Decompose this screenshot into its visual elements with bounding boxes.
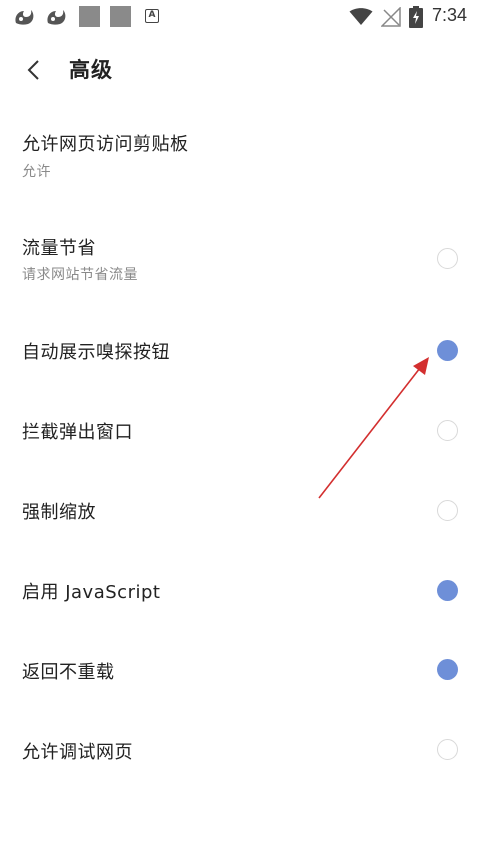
setting-title: 流量节省 [22,238,96,259]
setting-title: 自动展示嗅探按钮 [22,342,170,363]
radio-toggle[interactable] [437,739,458,760]
setting-no-reload-on-back[interactable]: 返回不重载 [0,640,480,700]
setting-javascript[interactable]: 启用 JavaScript [0,560,480,620]
setting-title: 允许网页访问剪贴板 [22,134,189,155]
radio-toggle[interactable] [437,420,458,441]
setting-data-saver[interactable]: 流量节省 请求网站节省流量 [0,222,480,302]
battery-icon [409,6,423,28]
keyboard-a-icon: A [145,9,159,23]
radio-toggle[interactable] [437,580,458,601]
notification-square-icon [79,6,100,27]
status-bar: A 7:34 [0,0,480,34]
uc-browser-icon [47,10,66,25]
status-time: 7:34 [432,5,468,25]
radio-toggle[interactable] [437,500,458,521]
setting-subtitle: 允许 [22,164,51,180]
app-header: 高级 [0,48,480,92]
no-signal-icon [381,7,401,27]
setting-title: 允许调试网页 [22,742,133,763]
setting-sniff-button[interactable]: 自动展示嗅探按钮 [0,320,480,380]
setting-clipboard-access[interactable]: 允许网页访问剪贴板 允许 [0,120,480,200]
setting-title: 拦截弹出窗口 [22,422,133,443]
chevron-left-icon[interactable] [22,58,46,82]
radio-toggle[interactable] [437,340,458,361]
setting-subtitle: 请求网站节省流量 [22,267,138,283]
setting-force-zoom[interactable]: 强制缩放 [0,480,480,540]
uc-browser-icon [15,10,34,25]
setting-block-popups[interactable]: 拦截弹出窗口 [0,400,480,460]
wifi-icon [349,8,373,25]
setting-title: 返回不重载 [22,662,115,683]
setting-web-debugging[interactable]: 允许调试网页 [0,720,480,780]
setting-title: 强制缩放 [22,502,96,523]
page-title: 高级 [69,58,113,82]
radio-toggle[interactable] [437,659,458,680]
notification-square-icon [110,6,131,27]
radio-toggle[interactable] [437,248,458,269]
setting-title: 启用 JavaScript [22,582,161,603]
